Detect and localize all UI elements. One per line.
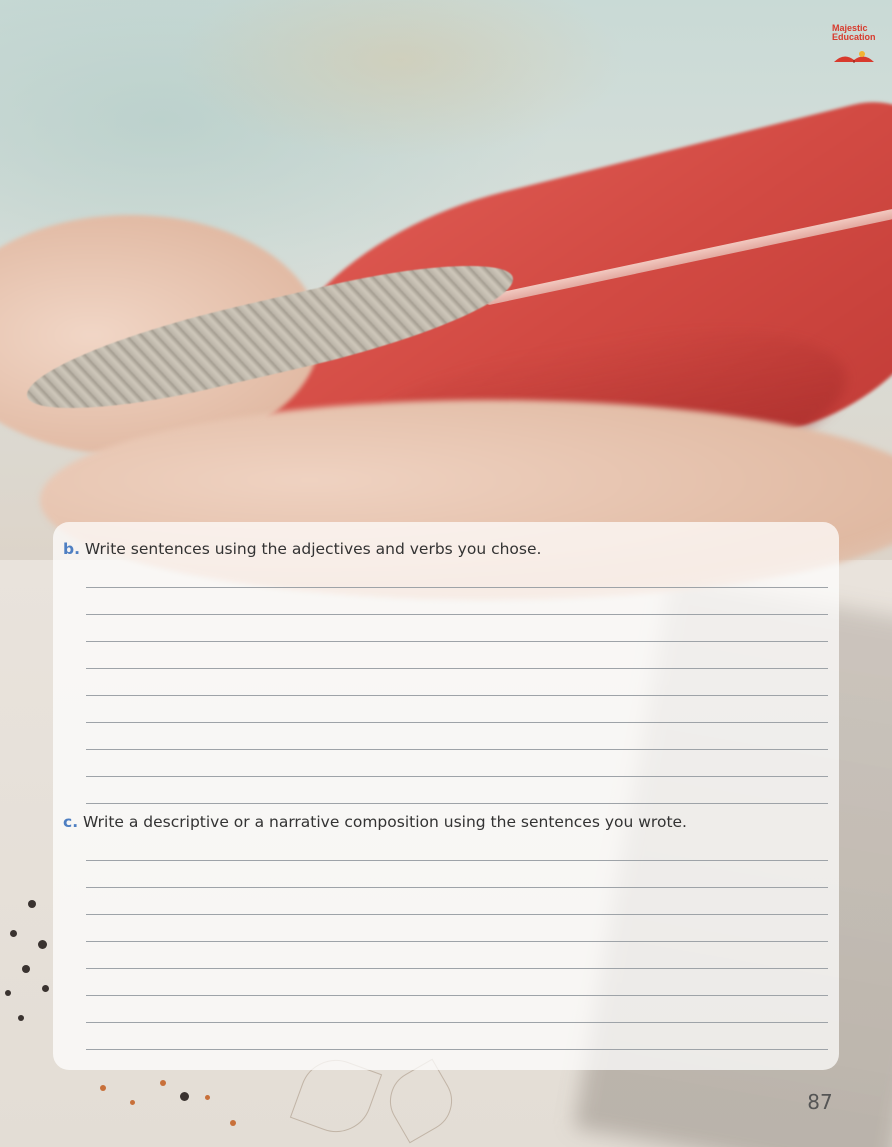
paper-dot-orange xyxy=(130,1100,135,1105)
paper-dot-orange xyxy=(205,1095,210,1100)
writing-line[interactable] xyxy=(86,1049,828,1050)
writing-line[interactable] xyxy=(86,695,828,696)
paper-dot-orange xyxy=(230,1120,236,1126)
exercise-b-prompt: b. Write sentences using the adjectives … xyxy=(63,540,541,558)
writing-line[interactable] xyxy=(86,803,828,804)
exercise-c-letter: c. xyxy=(63,813,79,831)
exercise-c-text: Write a descriptive or a narrative compo… xyxy=(83,813,687,831)
paper-dot xyxy=(28,900,36,908)
writing-line[interactable] xyxy=(86,995,828,996)
paper-dot xyxy=(10,930,17,937)
page-number: 87 xyxy=(807,1090,833,1114)
writing-line[interactable] xyxy=(86,614,828,615)
exercise-b-text: Write sentences using the adjectives and… xyxy=(84,540,542,558)
logo-line-2: Education xyxy=(832,32,876,42)
worksheet-card xyxy=(53,522,839,1070)
paper-dot xyxy=(22,965,30,973)
writing-line[interactable] xyxy=(86,641,828,642)
open-book-icon xyxy=(834,51,874,63)
writing-line[interactable] xyxy=(86,587,828,588)
writing-line[interactable] xyxy=(86,749,828,750)
writing-line[interactable] xyxy=(86,968,828,969)
paper-dot xyxy=(180,1092,189,1101)
writing-line[interactable] xyxy=(86,887,828,888)
paper-dot-orange xyxy=(160,1080,166,1086)
exercise-c-prompt: c. Write a descriptive or a narrative co… xyxy=(63,813,687,831)
majestic-education-logo: Majestic Education xyxy=(830,20,880,66)
paper-dot xyxy=(5,990,11,996)
writing-line[interactable] xyxy=(86,668,828,669)
writing-line[interactable] xyxy=(86,1022,828,1023)
writing-line[interactable] xyxy=(86,914,828,915)
paper-dot xyxy=(42,985,49,992)
paper-dot xyxy=(38,940,47,949)
paper-dot-orange xyxy=(100,1085,106,1091)
writing-line[interactable] xyxy=(86,776,828,777)
logo-text: Majestic Education xyxy=(832,24,876,42)
exercise-b-letter: b. xyxy=(63,540,80,558)
paper-dot xyxy=(18,1015,24,1021)
writing-line[interactable] xyxy=(86,941,828,942)
writing-line[interactable] xyxy=(86,722,828,723)
writing-line[interactable] xyxy=(86,860,828,861)
